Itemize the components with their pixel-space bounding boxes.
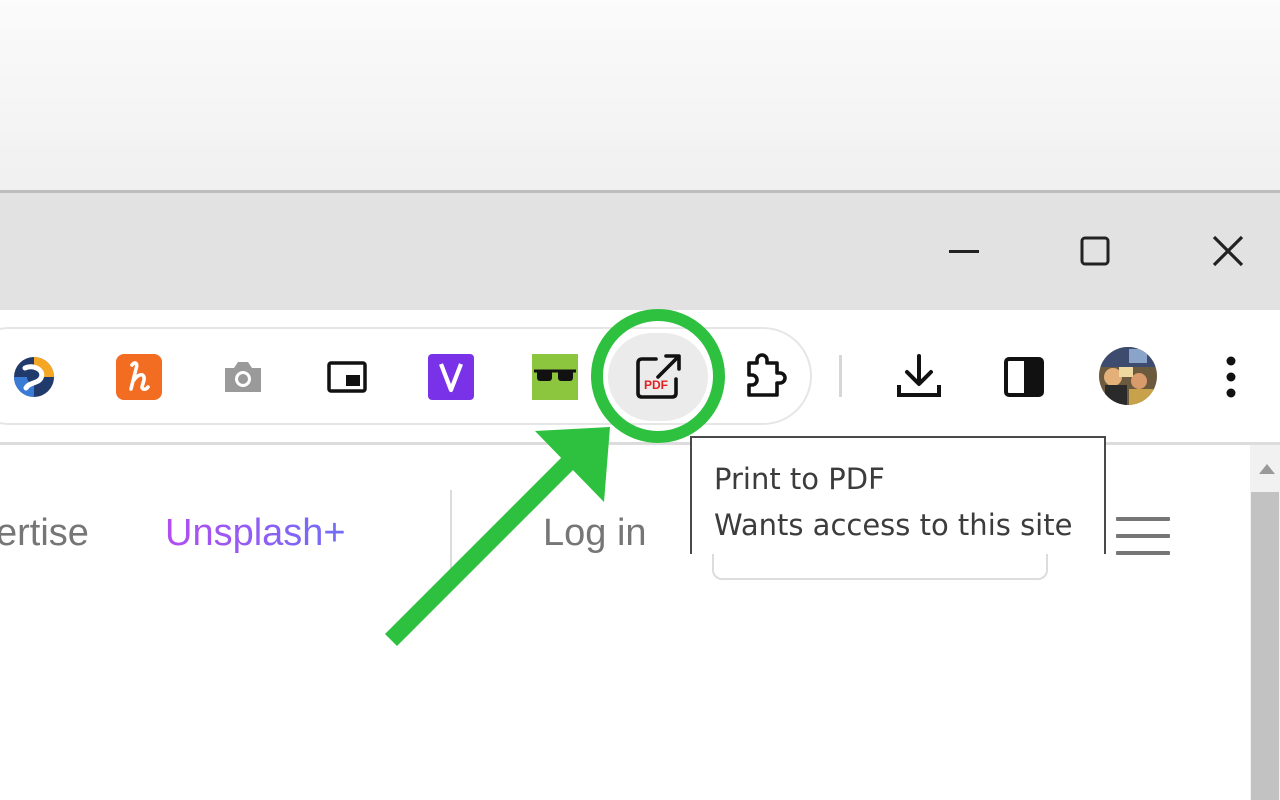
maximize-icon [1080, 236, 1110, 266]
extension-honey[interactable] [111, 349, 167, 405]
extension-tooltip: Print to PDF Wants access to this site [690, 436, 1106, 554]
extensions-button[interactable] [737, 349, 793, 405]
download-icon [897, 354, 941, 397]
extension-reader-glasses[interactable] [527, 349, 583, 405]
scrollbar-thumb[interactable] [1251, 492, 1279, 800]
more-menu-button[interactable] [1203, 349, 1259, 405]
desktop-background [0, 0, 1280, 192]
nav-link-advertise[interactable]: ertise [0, 512, 89, 555]
extension-screenshot[interactable] [215, 349, 271, 405]
minimize-button[interactable] [934, 222, 994, 280]
side-panel-icon [1004, 357, 1044, 397]
tooltip-subtitle: Wants access to this site [714, 508, 1073, 542]
extension-picture-in-picture[interactable] [319, 349, 375, 405]
honey-h-icon [116, 354, 162, 400]
extension-v[interactable] [423, 349, 479, 405]
more-menu-icon [1226, 356, 1236, 398]
maximize-button[interactable] [1065, 222, 1125, 280]
nav-divider [450, 490, 452, 580]
downloads-button[interactable] [891, 349, 947, 405]
minimize-icon [949, 250, 979, 253]
circle-logo-icon [14, 357, 54, 397]
extension-print-to-pdf[interactable]: PDF [630, 349, 686, 405]
side-panel-button[interactable] [996, 349, 1052, 405]
toolbar-separator [839, 355, 842, 397]
camera-icon [225, 362, 261, 392]
pdf-export-icon: PDF [636, 354, 681, 399]
picture-in-picture-icon [327, 361, 367, 393]
scroll-up-arrow-icon[interactable] [1258, 462, 1276, 476]
hamburger-menu-icon[interactable] [1116, 517, 1170, 555]
nav-link-unsplash-plus[interactable]: Unsplash+ [165, 512, 346, 555]
tooltip-title: Print to PDF [714, 462, 885, 496]
profile-avatar [1099, 347, 1157, 405]
v-logo-icon [428, 354, 474, 400]
puzzle-icon [747, 353, 787, 397]
glasses-icon [532, 354, 578, 400]
close-icon [1212, 235, 1244, 267]
svg-text:PDF: PDF [644, 378, 668, 392]
close-button[interactable] [1198, 222, 1258, 280]
profile-button[interactable] [1099, 347, 1157, 405]
nav-link-login[interactable]: Log in [543, 512, 647, 555]
extension-circle-logo[interactable] [6, 349, 62, 405]
